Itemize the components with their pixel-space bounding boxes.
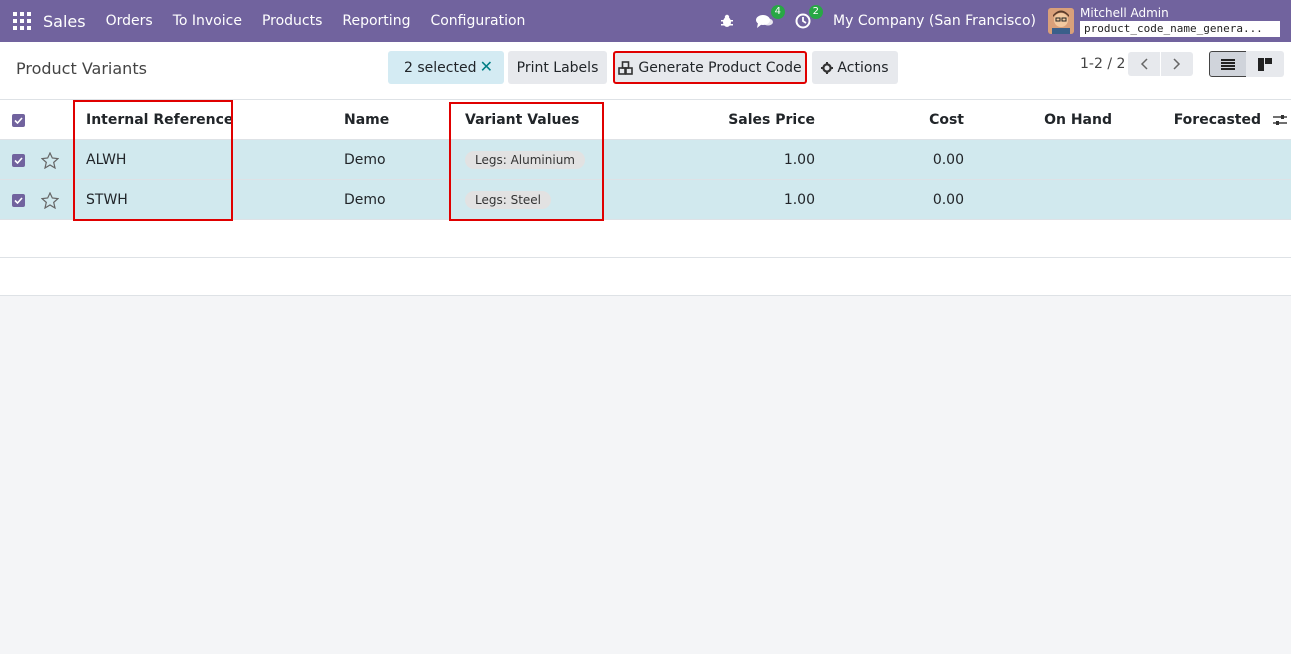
column-header-on-hand[interactable]: On Hand [990, 100, 1112, 140]
list-view-button[interactable] [1209, 51, 1247, 77]
menu-item-products[interactable]: Products [252, 13, 332, 29]
cell-variant-values: Legs: Aluminium [465, 140, 585, 180]
messages-chat-icon[interactable]: 4 [755, 5, 786, 31]
kanban-view-icon [1258, 57, 1272, 71]
main-menu: Orders To Invoice Products Reporting Con… [96, 13, 536, 29]
user-name: Mitchell Admin [1080, 6, 1169, 20]
breadcrumb: Product Variants [16, 59, 147, 78]
chevron-right-icon [1173, 58, 1181, 70]
column-header-forecasted[interactable]: Forecasted [1130, 100, 1261, 140]
menu-item-reporting[interactable]: Reporting [332, 13, 420, 29]
pager-value[interactable]: 1-2 / 2 [1080, 56, 1125, 72]
cell-variant-values: Legs: Steel [465, 180, 552, 220]
cell-internal-reference: STWH [86, 192, 128, 208]
print-labels-button[interactable]: Print Labels [508, 51, 607, 84]
variant-tag: Legs: Aluminium [465, 151, 585, 169]
select-all-checkbox[interactable] [12, 100, 25, 140]
row-checkbox[interactable] [12, 140, 25, 180]
chevron-left-icon [1140, 58, 1148, 70]
pager-next-button[interactable] [1161, 52, 1193, 76]
apps-menu-icon[interactable] [13, 12, 31, 30]
clear-selection-icon[interactable]: ✕ [480, 57, 493, 76]
menu-item-configuration[interactable]: Configuration [420, 13, 535, 29]
pager-previous-button[interactable] [1128, 52, 1160, 76]
activities-badge: 2 [808, 5, 824, 19]
table-row[interactable]: STWH Demo Legs: Steel 1.00 0.00 [0, 180, 1291, 220]
generate-product-code-button[interactable]: Generate Product Code [613, 51, 807, 84]
cubes-icon [618, 60, 634, 75]
row-checkbox[interactable] [12, 180, 25, 220]
cell-cost: 0.00 [932, 152, 964, 168]
optional-columns-toggle-icon[interactable] [1273, 100, 1287, 140]
user-avatar[interactable] [1048, 8, 1074, 34]
actions-label: Actions [837, 59, 889, 76]
cell-cost: 0.00 [932, 192, 964, 208]
cell-name: Demo [344, 192, 386, 208]
selected-count-label: 2 selected [404, 59, 477, 76]
cell-sales-price: 1.00 [783, 152, 815, 168]
menu-item-to-invoice[interactable]: To Invoice [163, 13, 252, 29]
product-variants-table: Internal Reference Name Variant Values S… [0, 100, 1291, 296]
top-navbar: Sales Orders To Invoice Products Reporti… [0, 0, 1291, 42]
debug-bug-icon[interactable] [717, 11, 737, 31]
messages-badge: 4 [770, 5, 786, 19]
actions-button[interactable]: Actions [812, 51, 898, 84]
navbar-systray: 4 2 My Company (San Francisco) Mitchell … [717, 0, 1291, 42]
list-view-icon [1221, 58, 1235, 70]
table-header: Internal Reference Name Variant Values S… [0, 100, 1291, 140]
column-header-internal-reference[interactable]: Internal Reference [86, 100, 233, 140]
company-switcher[interactable]: My Company (San Francisco) [833, 13, 1036, 29]
app-brand[interactable]: Sales [43, 12, 86, 31]
empty-row [0, 220, 1291, 258]
column-header-sales-price[interactable]: Sales Price [640, 100, 815, 140]
column-header-name[interactable]: Name [344, 100, 389, 140]
column-header-variant-values[interactable]: Variant Values [465, 100, 579, 140]
variant-tag: Legs: Steel [465, 191, 552, 209]
cell-internal-reference: ALWH [86, 152, 127, 168]
favorite-star-icon[interactable] [41, 180, 59, 220]
control-panel: Product Variants 2 selected ✕ Print Labe… [0, 42, 1291, 100]
menu-item-orders[interactable]: Orders [96, 13, 163, 29]
gear-icon [821, 61, 834, 74]
activities-clock-icon[interactable]: 2 [793, 5, 824, 31]
selection-counter: 2 selected ✕ [388, 51, 504, 84]
empty-row [0, 258, 1291, 296]
database-name: product_code_name_genera... [1080, 21, 1280, 37]
user-menu[interactable]: Mitchell Admin product_code_name_genera.… [1080, 5, 1280, 37]
kanban-view-button[interactable] [1246, 51, 1284, 77]
cell-name: Demo [344, 152, 386, 168]
column-header-cost[interactable]: Cost [840, 100, 964, 140]
table-row[interactable]: ALWH Demo Legs: Aluminium 1.00 0.00 [0, 140, 1291, 180]
generate-product-code-label: Generate Product Code [638, 59, 802, 76]
cell-sales-price: 1.00 [783, 192, 815, 208]
favorite-star-icon[interactable] [41, 140, 59, 180]
